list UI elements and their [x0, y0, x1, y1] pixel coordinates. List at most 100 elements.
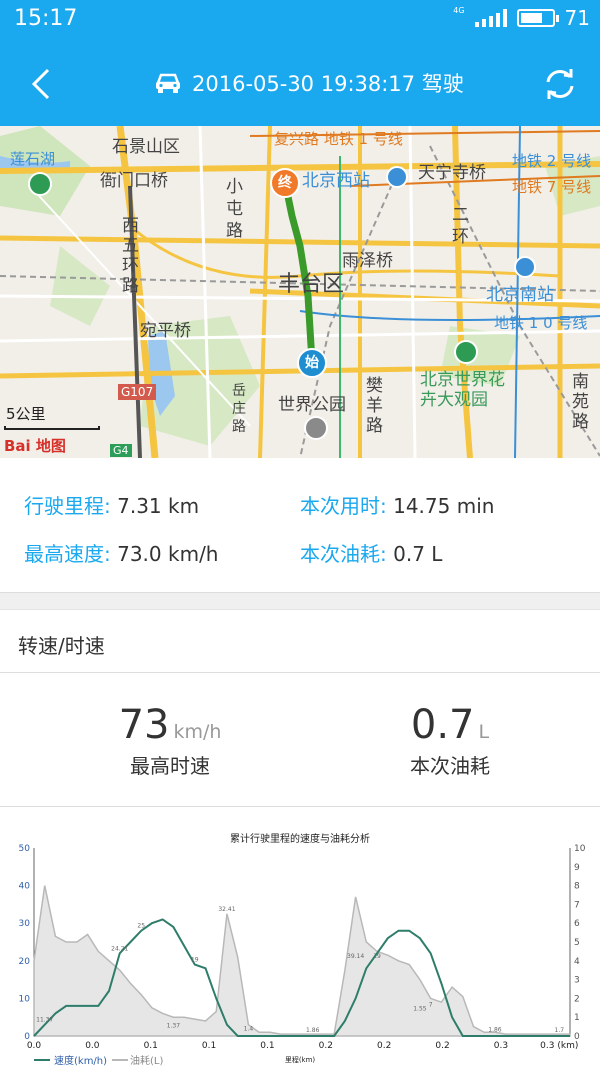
max-speed-caption: 最高时速	[130, 754, 210, 778]
data-label: 39.14	[347, 953, 364, 960]
y-right-tick-label: 4	[574, 957, 580, 967]
map-label: 石景山区	[112, 137, 180, 157]
chart-title: 累计行驶里程的速度与油耗分析	[230, 832, 370, 845]
map-label: 小屯路	[226, 177, 243, 241]
distance-value: 7.31 km	[117, 494, 200, 518]
max-speed-label: 最高速度:	[24, 542, 111, 566]
y-right-tick-label: 2	[574, 994, 580, 1004]
x-tick-label: 0.2	[319, 1041, 333, 1051]
section-title[interactable]: 转速/时速	[18, 630, 105, 659]
y-right-tick-label: 1	[574, 1013, 580, 1023]
status-time: 15:17	[14, 6, 78, 31]
max-speed-value: 73.0 km/h	[117, 542, 219, 566]
network-type: 4G	[453, 5, 465, 15]
data-label: 1.86	[306, 1027, 320, 1034]
y-left-tick-label: 20	[19, 957, 31, 967]
data-label: 19	[373, 953, 381, 960]
map-label: 雨泽桥	[342, 251, 393, 271]
x-tick-label: 0.2	[377, 1041, 391, 1051]
map-label: 北京西站	[302, 171, 370, 191]
map-label: 宛平桥	[140, 321, 191, 341]
fuel-unit: L	[478, 721, 490, 743]
map-scale-bar	[4, 426, 100, 430]
legend-fuel-label: 油耗(L)	[130, 1054, 163, 1067]
y-left-tick-label: 50	[19, 844, 31, 854]
x-tick-label: 0.1	[202, 1041, 216, 1051]
y-right-tick-label: 8	[574, 882, 580, 892]
refresh-button[interactable]	[542, 66, 578, 102]
data-label: 1.37	[167, 1022, 181, 1029]
map-label: 地铁 7 号线	[512, 178, 592, 196]
fuel-summary: 0.7 L 本次油耗	[380, 702, 520, 779]
map-label: 岳庄路	[232, 383, 246, 435]
fuel-value: 0.7 L	[393, 542, 443, 566]
fuel-stat: 本次油耗: 0.7 L	[300, 538, 442, 567]
duration-value: 14.75 min	[393, 494, 495, 518]
baidu-map-logo: Bai 地图	[4, 437, 66, 455]
map-label: 北京南站	[486, 285, 554, 305]
car-icon	[156, 73, 180, 93]
x-tick-label: 0.0	[27, 1041, 42, 1051]
map-label: G107	[118, 384, 157, 400]
x-tick-label: 0.3	[494, 1041, 508, 1051]
train-station-icon[interactable]	[386, 166, 408, 188]
map-label: 西五环路	[122, 216, 139, 296]
y-right-tick-label: 7	[574, 900, 580, 910]
data-label: 1.86	[488, 1026, 502, 1033]
fuel-label: 本次油耗:	[300, 542, 387, 566]
park-icon[interactable]	[28, 172, 52, 196]
fuel-number: 0.7	[410, 702, 475, 748]
start-marker-label: 始	[305, 355, 319, 371]
distance-label: 行驶里程:	[24, 494, 111, 518]
duration-label: 本次用时:	[300, 494, 387, 518]
chart-svg: 累计行驶里程的速度与油耗分析010203040500123456789100.0…	[19, 832, 586, 1067]
distance-stat: 行驶里程: 7.31 km	[24, 490, 199, 519]
map-label: 二环	[452, 205, 469, 247]
x-axis-label: 里程(km)	[285, 1055, 316, 1064]
x-tick-label: 0.1	[260, 1041, 274, 1051]
y-right-tick-label: 6	[574, 919, 580, 929]
map-label: 樊羊路	[366, 376, 383, 436]
battery-icon	[516, 9, 559, 27]
x-tick-label: 0.2	[435, 1041, 449, 1051]
section-gap	[0, 592, 600, 610]
refresh-icon	[546, 69, 574, 99]
max-speed-stat: 最高速度: 73.0 km/h	[24, 538, 218, 567]
map-scale-label: 5公里	[6, 405, 46, 423]
data-label: 7	[429, 1002, 433, 1009]
map-label: 衙门口桥	[100, 171, 168, 191]
end-marker-label: 终	[278, 175, 292, 191]
signal-icon	[474, 9, 507, 27]
map-label: 世界公园	[278, 395, 346, 415]
max-speed-summary: 73 km/h 最高时速	[100, 702, 240, 779]
y-right-tick-label: 3	[574, 976, 580, 986]
status-bar: 15:17 4G 71	[0, 0, 600, 40]
back-button[interactable]	[24, 62, 64, 106]
divider	[0, 672, 600, 673]
end-marker[interactable]: 终	[270, 168, 300, 198]
museum-icon[interactable]	[304, 416, 328, 440]
map-label: 天宁寺桥	[418, 163, 486, 183]
map-label: 复兴路 地铁 1 号线	[274, 130, 403, 148]
data-label: 1.4	[244, 1026, 254, 1033]
map-label: 莲石湖	[10, 150, 56, 168]
x-tick-label: 0.3 (km)	[540, 1041, 578, 1051]
data-label: 24.21	[111, 945, 128, 952]
map-label: 北京世界花卉大观园	[420, 370, 505, 410]
x-tick-label: 0.0	[85, 1041, 100, 1051]
max-speed-unit: km/h	[173, 721, 222, 743]
park-icon[interactable]	[454, 340, 478, 364]
fuel-series-area	[33, 885, 571, 1037]
route-map[interactable]: 石景山区 复兴路 地铁 1 号线 莲石湖 衙门口桥 北京西站 天宁寺桥 地铁 2…	[0, 126, 600, 458]
trip-stats: 行驶里程: 7.31 km 本次用时: 14.75 min 最高速度: 73.0…	[0, 476, 600, 588]
map-label: 地铁 1 0 号线	[494, 314, 588, 332]
y-left-tick-label: 10	[19, 994, 31, 1004]
train-station-icon[interactable]	[514, 256, 536, 278]
y-right-tick-label: 5	[574, 938, 580, 948]
y-right-tick-label: 9	[574, 863, 580, 873]
trip-title: 2016-05-30 19:38:17 驾驶	[192, 72, 464, 96]
y-left-tick-label: 40	[19, 882, 31, 892]
max-speed-number: 73	[118, 702, 170, 748]
start-marker[interactable]: 始	[297, 348, 327, 378]
legend-speed-label: 速度(km/h)	[54, 1054, 107, 1067]
